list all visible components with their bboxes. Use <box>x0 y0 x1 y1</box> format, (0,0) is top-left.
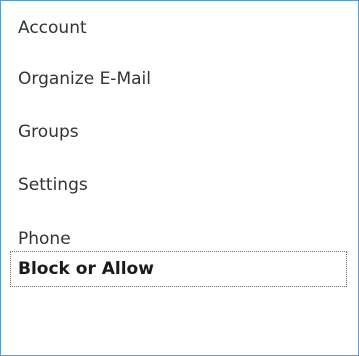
nav-item-organize-email[interactable]: Organize E-Mail <box>10 61 347 97</box>
nav-item-label: Block or Allow <box>18 259 154 279</box>
options-nav-panel: Account Organize E-Mail Groups Settings … <box>0 0 359 356</box>
nav-item-block-or-allow[interactable]: Block or Allow <box>10 251 347 287</box>
nav-item-label: Phone <box>18 229 71 249</box>
nav-item-account[interactable]: Account <box>10 10 347 46</box>
nav-item-label: Organize E-Mail <box>18 69 151 89</box>
nav-item-settings[interactable]: Settings <box>10 167 347 203</box>
nav-item-label: Account <box>18 18 87 38</box>
nav-item-label: Settings <box>18 175 88 195</box>
nav-item-label: Groups <box>18 122 79 142</box>
nav-item-groups[interactable]: Groups <box>10 114 347 150</box>
